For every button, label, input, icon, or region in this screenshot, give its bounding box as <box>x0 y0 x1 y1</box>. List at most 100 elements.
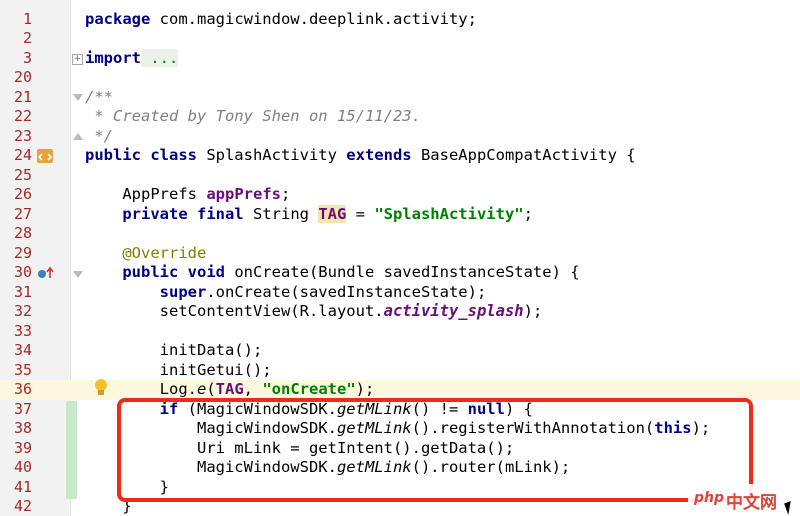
code-text[interactable]: Log.e(TAG, "onCreate"); <box>85 380 375 400</box>
code-text[interactable]: public void onCreate(Bundle savedInstanc… <box>85 263 580 283</box>
code-token: SplashActivity <box>196 146 347 164</box>
code-text[interactable]: /** <box>85 88 113 108</box>
line-number[interactable]: 24 <box>2 146 32 166</box>
code-line[interactable]: 28 <box>0 224 800 244</box>
code-text[interactable]: */ <box>85 127 113 147</box>
code-token: package <box>85 9 151 28</box>
class-marker-icon[interactable] <box>37 149 53 163</box>
code-text[interactable]: @Override <box>85 244 206 264</box>
line-number[interactable]: 26 <box>2 185 32 205</box>
code-line[interactable]: 33 <box>0 322 800 342</box>
code-token: super <box>159 282 207 301</box>
line-number[interactable]: 40 <box>2 458 32 478</box>
code-token: extends <box>346 146 412 164</box>
code-token: com.magicwindow.deeplink.activity; <box>150 9 477 28</box>
code-line[interactable]: 30 public void onCreate(Bundle savedInst… <box>0 263 800 283</box>
code-line[interactable]: 36 Log.e(TAG, "onCreate"); <box>0 380 800 400</box>
code-token: String <box>243 204 319 223</box>
line-number[interactable]: 2 <box>2 29 32 49</box>
code-token: = <box>346 204 375 223</box>
code-text[interactable]: setContentView(R.layout.activity_splash)… <box>85 302 543 322</box>
code-line[interactable]: 29 @Override <box>0 244 800 264</box>
code-line[interactable]: 34 initData(); <box>0 341 800 361</box>
line-number[interactable]: 42 <box>2 497 32 516</box>
code-text[interactable]: initData(); <box>85 341 263 361</box>
code-token: /** <box>85 87 113 106</box>
line-number[interactable]: 38 <box>2 419 32 439</box>
fold-plus-icon[interactable]: + <box>72 54 83 65</box>
code-token: */ <box>85 126 113 145</box>
code-token: * Created by Tony Shen on 15/11/23. <box>85 107 421 125</box>
code-line[interactable]: 32 setContentView(R.layout.activity_spla… <box>0 302 800 322</box>
line-number[interactable]: 28 <box>2 224 32 244</box>
line-number[interactable]: 35 <box>2 361 32 381</box>
code-token: ); <box>355 380 375 398</box>
code-token: , <box>243 380 263 398</box>
watermark-cn: 中文网 <box>726 493 777 513</box>
code-token: public class <box>85 146 197 164</box>
code-line[interactable]: 31 super.onCreate(savedInstanceState); <box>0 283 800 303</box>
line-number[interactable]: 25 <box>2 166 32 186</box>
line-number[interactable]: 37 <box>2 400 32 420</box>
line-number[interactable]: 31 <box>2 283 32 303</box>
code-text[interactable]: public class SplashActivity extends Base… <box>85 146 636 166</box>
line-number[interactable]: 27 <box>2 205 32 225</box>
fold-collapse-icon[interactable] <box>73 271 83 278</box>
fold-collapse-icon[interactable] <box>73 94 83 101</box>
line-number[interactable]: 22 <box>2 107 32 127</box>
code-token: TAG <box>215 380 244 398</box>
code-line[interactable]: 3 import ... <box>0 48 800 69</box>
code-token: public void <box>122 263 225 281</box>
watermark-php: php <box>694 490 725 506</box>
code-text[interactable]: package com.magicwindow.deeplink.activit… <box>85 10 477 30</box>
line-number[interactable]: 32 <box>2 302 32 322</box>
code-line[interactable]: 25 <box>0 166 800 186</box>
lightbulb-icon[interactable] <box>94 378 108 398</box>
code-token: private final <box>122 204 244 223</box>
code-token: onCreate(Bundle savedInstanceState) { <box>224 263 580 281</box>
line-number[interactable]: 36 <box>2 380 32 400</box>
code-line[interactable]: 2 <box>0 29 800 49</box>
code-line[interactable]: 23 */ <box>0 127 800 147</box>
code-token: .onCreate(savedInstanceState); <box>206 282 487 301</box>
code-line[interactable]: 22 * Created by Tony Shen on 15/11/23. <box>0 107 800 127</box>
code-token: ... <box>141 48 179 67</box>
line-number[interactable]: 29 <box>2 244 32 264</box>
code-text[interactable]: AppPrefs appPrefs; <box>85 185 290 205</box>
code-token: import <box>85 48 141 67</box>
code-line[interactable]: 35 initGetui(); <box>0 361 800 381</box>
line-number[interactable]: 1 <box>2 10 32 30</box>
code-token: e <box>196 380 207 398</box>
code-text[interactable]: private final String TAG = "SplashActivi… <box>85 204 533 225</box>
line-number[interactable]: 20 <box>2 68 32 88</box>
line-number[interactable]: 41 <box>2 478 32 498</box>
line-number[interactable]: 39 <box>2 439 32 459</box>
code-token: "onCreate" <box>262 380 356 398</box>
fold-collapse-icon[interactable] <box>73 133 83 140</box>
override-marker-icon[interactable] <box>37 265 55 279</box>
code-text[interactable]: initGetui(); <box>85 361 272 381</box>
code-token: @Override <box>85 243 207 262</box>
line-number[interactable]: 3 <box>2 49 32 69</box>
code-text[interactable]: import ... <box>85 48 179 69</box>
line-number[interactable]: 34 <box>2 341 32 361</box>
code-editor[interactable]: 1 package com.magicwindow.deeplink.activi… <box>0 0 800 516</box>
code-line[interactable]: 26 AppPrefs appPrefs; <box>0 185 800 205</box>
line-number[interactable]: 33 <box>2 322 32 342</box>
code-token: BaseAppCompatActivity { <box>411 146 636 164</box>
line-number[interactable]: 23 <box>2 127 32 147</box>
code-line[interactable]: 20 <box>0 68 800 88</box>
code-token: initData(); <box>85 341 263 359</box>
code-line[interactable]: 24 public class SplashActivity extends Ba… <box>0 146 800 166</box>
code-line[interactable]: 27 private final String TAG = "SplashAct… <box>0 204 800 225</box>
code-line[interactable]: 21 /** <box>0 88 800 108</box>
line-number[interactable]: 30 <box>2 263 32 283</box>
code-text[interactable]: super.onCreate(savedInstanceState); <box>85 282 487 303</box>
line-number[interactable]: 21 <box>2 88 32 108</box>
code-text[interactable]: * Created by Tony Shen on 15/11/23. <box>85 107 421 127</box>
code-line[interactable]: 1 package com.magicwindow.deeplink.activi… <box>0 10 800 30</box>
code-token: ); <box>523 302 543 320</box>
